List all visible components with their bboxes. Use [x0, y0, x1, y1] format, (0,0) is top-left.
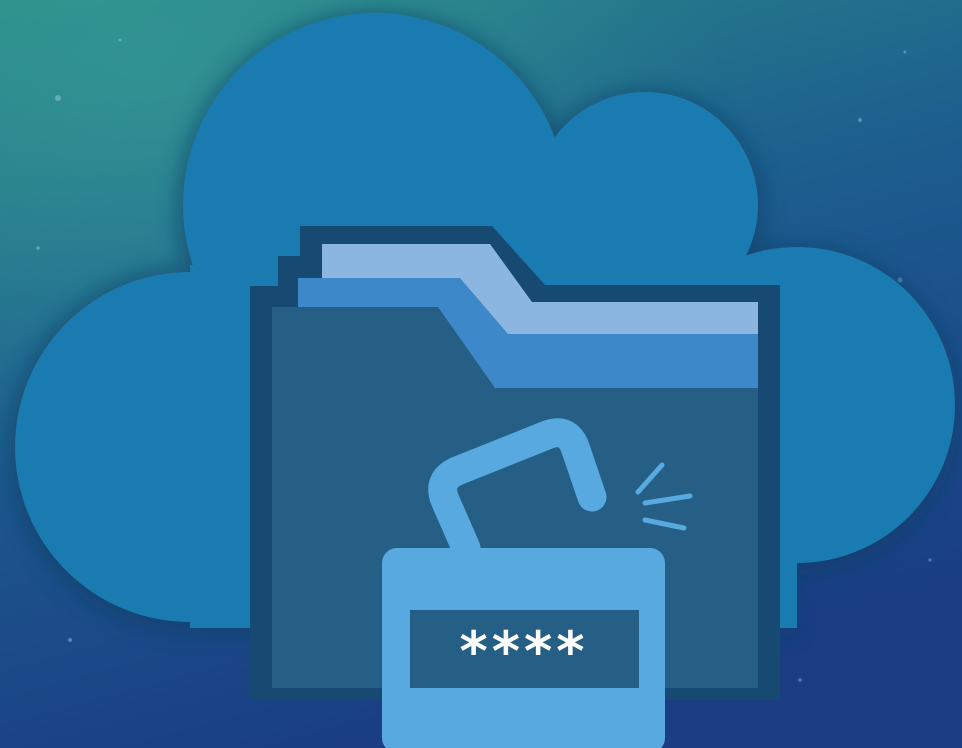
- cloud-security-illustration: ****: [0, 0, 962, 748]
- password-field-text: ****: [460, 620, 589, 683]
